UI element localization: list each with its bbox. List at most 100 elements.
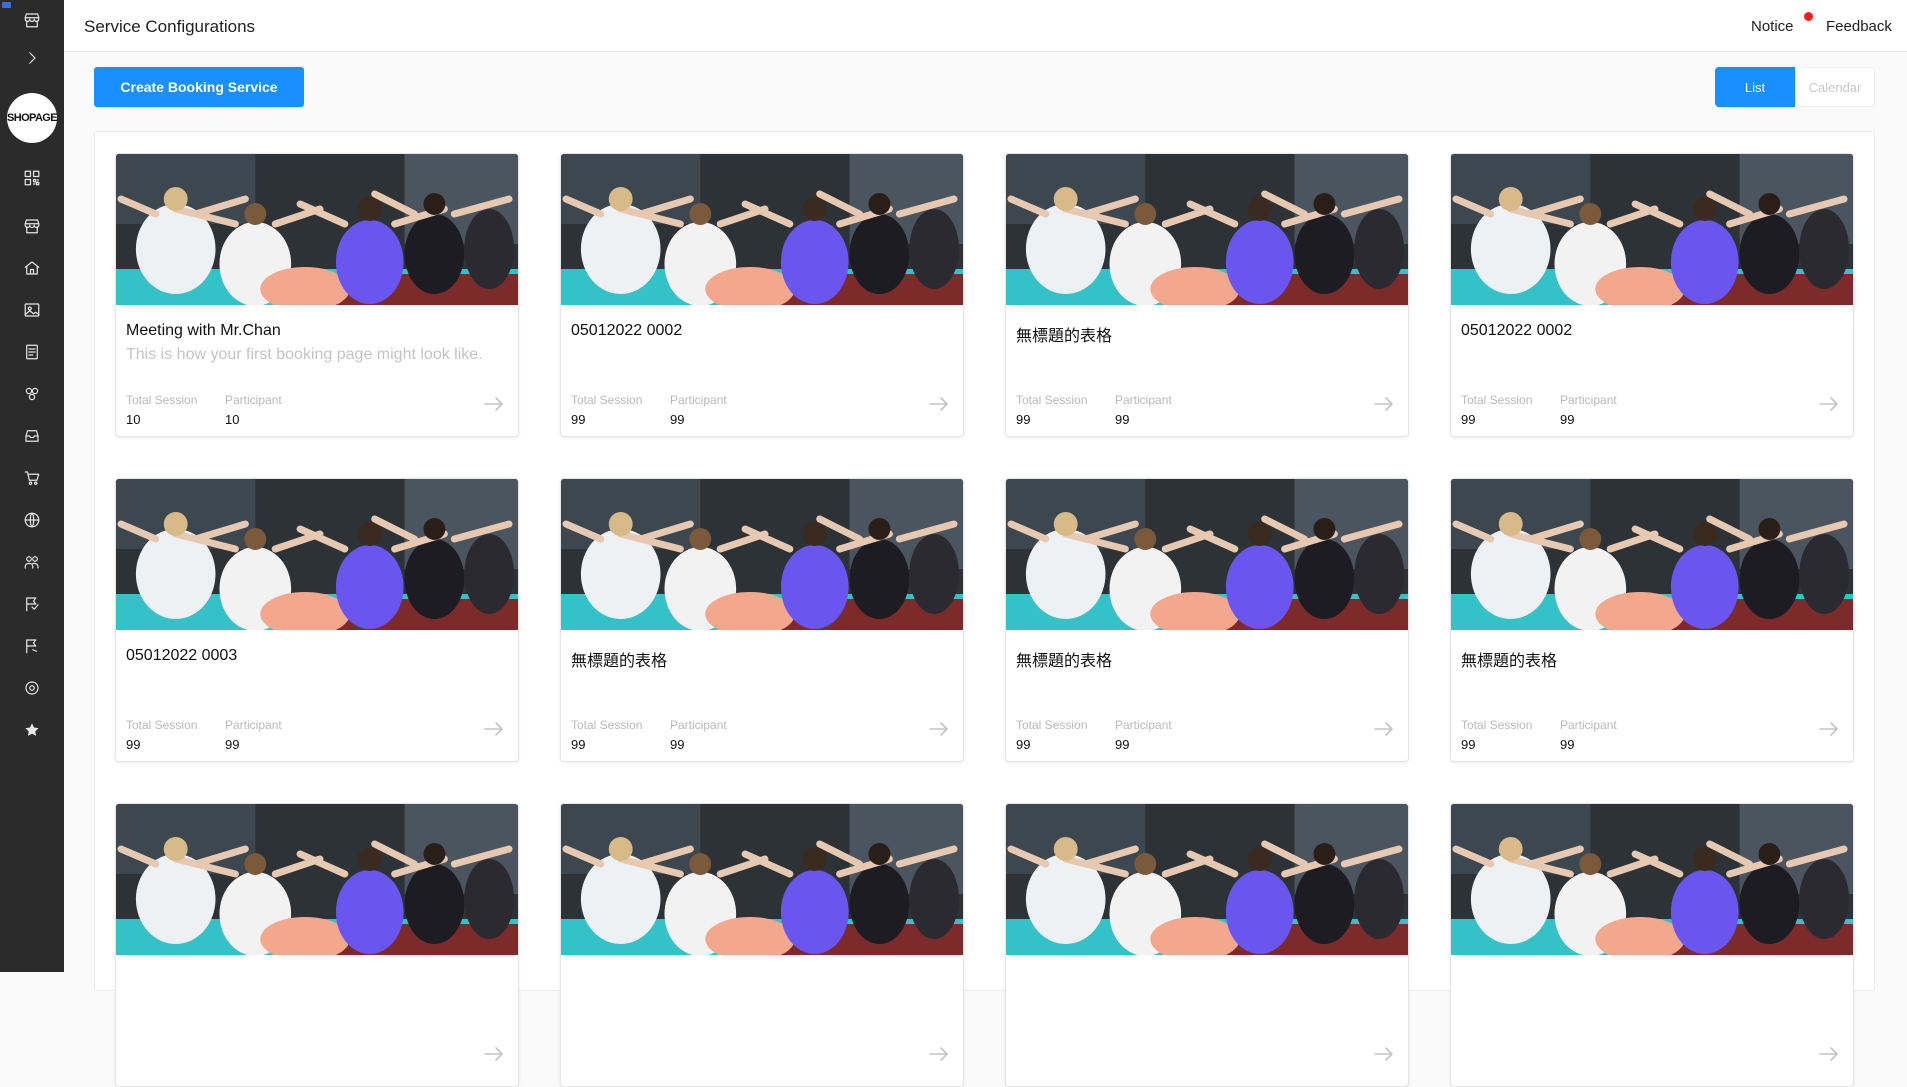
service-card[interactable] (1005, 803, 1409, 1087)
shop-logo[interactable]: SHOPAGE (7, 93, 58, 143)
flag-icon[interactable] (20, 634, 44, 658)
feedback-link[interactable]: Feedback (1826, 18, 1892, 35)
participant-stat: Participant 99 (225, 718, 282, 752)
participant-value: 99 (1115, 737, 1130, 752)
service-card[interactable]: Meeting with Mr.Chan This is how your fi… (115, 153, 519, 437)
service-card-title: 無標題的表格 (1461, 653, 1558, 670)
star-icon[interactable] (20, 718, 44, 742)
total-session-stat: Total Session 99 (1461, 393, 1532, 427)
service-card-image (1006, 154, 1408, 305)
service-card[interactable]: 05012022 0002 Total Session 99 Participa… (1450, 153, 1854, 437)
arrow-right-icon[interactable] (1374, 396, 1394, 412)
service-card-title: 05012022 0002 (571, 322, 683, 339)
arrow-right-icon[interactable] (1374, 721, 1394, 737)
total-session-value: 99 (1461, 737, 1476, 752)
service-card-description: This is how your first booking page migh… (126, 346, 483, 363)
arrow-right-icon[interactable] (1819, 396, 1839, 412)
cart-icon[interactable] (20, 466, 44, 490)
app-badge (2, 2, 11, 8)
participant-stat: Participant 99 (670, 718, 727, 752)
home-icon[interactable] (20, 256, 44, 280)
arrow-right-icon[interactable] (484, 721, 504, 737)
service-card-title: 無標題的表格 (571, 653, 668, 670)
service-card-image (1451, 804, 1853, 955)
notice-link[interactable]: Notice (1751, 18, 1794, 35)
booking-flag-icon[interactable] (20, 592, 44, 616)
service-card-title: 無標題的表格 (1016, 653, 1113, 670)
arrow-right-icon[interactable] (484, 396, 504, 412)
participant-value: 10 (225, 412, 240, 427)
service-card[interactable]: 無標題的表格 Total Session 99 Participant 99 (1005, 153, 1409, 437)
participant-value: 99 (1560, 737, 1575, 752)
participant-label: Participant (1560, 393, 1617, 407)
total-session-label: Total Session (571, 718, 643, 732)
arrow-right-icon[interactable] (929, 721, 949, 737)
service-card-title: 05012022 0003 (126, 647, 238, 664)
arrow-right-icon[interactable] (1819, 721, 1839, 737)
view-calendar-button[interactable]: Calendar (1795, 67, 1875, 107)
total-session-label: Total Session (126, 718, 198, 732)
participant-label: Participant (225, 393, 282, 407)
service-card[interactable] (560, 803, 964, 1087)
total-session-label: Total Session (1461, 718, 1533, 732)
total-session-stat: Total Session 10 (126, 393, 197, 427)
service-card-title: 無標題的表格 (1016, 328, 1113, 345)
store-icon[interactable] (20, 8, 44, 32)
service-card-image (116, 154, 518, 305)
participant-value: 99 (1560, 412, 1575, 427)
storefront-icon[interactable] (20, 214, 44, 238)
integrations-icon[interactable] (20, 382, 44, 406)
service-card[interactable]: 05012022 0002 Total Session 99 Participa… (560, 153, 964, 437)
total-session-value: 99 (571, 737, 586, 752)
participant-stat: Participant 99 (1560, 718, 1617, 752)
service-card[interactable] (115, 803, 519, 1087)
users-icon[interactable] (20, 550, 44, 574)
arrow-right-icon[interactable] (929, 1046, 949, 1062)
arrow-right-icon[interactable] (484, 1046, 504, 1062)
top-header: Service Configurations Notice Feedback (64, 0, 1907, 52)
service-card[interactable] (1450, 803, 1854, 1087)
service-card-title: 05012022 0002 (1461, 322, 1573, 339)
service-card-image (561, 154, 963, 305)
arrow-right-icon[interactable] (1374, 1046, 1394, 1062)
participant-label: Participant (1115, 393, 1172, 407)
participant-stat: Participant 99 (1115, 718, 1172, 752)
total-session-label: Total Session (571, 393, 643, 407)
image-icon[interactable] (20, 298, 44, 322)
page-title: Service Configurations (84, 17, 256, 36)
participant-value: 99 (225, 737, 240, 752)
service-card-image (1006, 479, 1408, 630)
participant-value: 99 (670, 737, 685, 752)
total-session-label: Total Session (126, 393, 198, 407)
total-session-label: Total Session (1461, 393, 1533, 407)
sidebar: SHOPAGE (0, 0, 64, 972)
service-card[interactable]: 無標題的表格 Total Session 99 Participant 99 (1005, 478, 1409, 762)
arrow-right-icon[interactable] (929, 396, 949, 412)
service-card[interactable]: 無標題的表格 Total Session 99 Participant 99 (1450, 478, 1854, 762)
service-card[interactable]: 無標題的表格 Total Session 99 Participant 99 (560, 478, 964, 762)
total-session-stat: Total Session 99 (126, 718, 197, 752)
document-icon[interactable] (20, 340, 44, 364)
service-card-image (561, 804, 963, 955)
total-session-stat: Total Session 99 (1016, 393, 1087, 427)
inbox-icon[interactable] (20, 424, 44, 448)
arrow-right-icon[interactable] (1819, 1046, 1839, 1062)
participant-value: 99 (670, 412, 685, 427)
view-toggle: List Calendar (1715, 67, 1875, 107)
participant-label: Participant (1560, 718, 1617, 732)
participant-label: Participant (670, 393, 727, 407)
create-booking-service-button[interactable]: Create Booking Service (94, 67, 304, 107)
total-session-stat: Total Session 99 (571, 718, 642, 752)
service-card-image (1006, 804, 1408, 955)
total-session-value: 99 (571, 412, 586, 427)
total-session-value: 99 (1016, 412, 1031, 427)
qr-code-icon[interactable] (20, 166, 44, 190)
globe-icon[interactable] (20, 508, 44, 532)
service-card-image (1451, 154, 1853, 305)
participant-stat: Participant 99 (670, 393, 727, 427)
service-card[interactable]: 05012022 0003 Total Session 99 Participa… (115, 478, 519, 762)
settings-icon[interactable] (20, 676, 44, 700)
total-session-stat: Total Session 99 (1016, 718, 1087, 752)
expand-chevron-icon[interactable] (20, 46, 44, 70)
view-list-button[interactable]: List (1715, 67, 1795, 107)
